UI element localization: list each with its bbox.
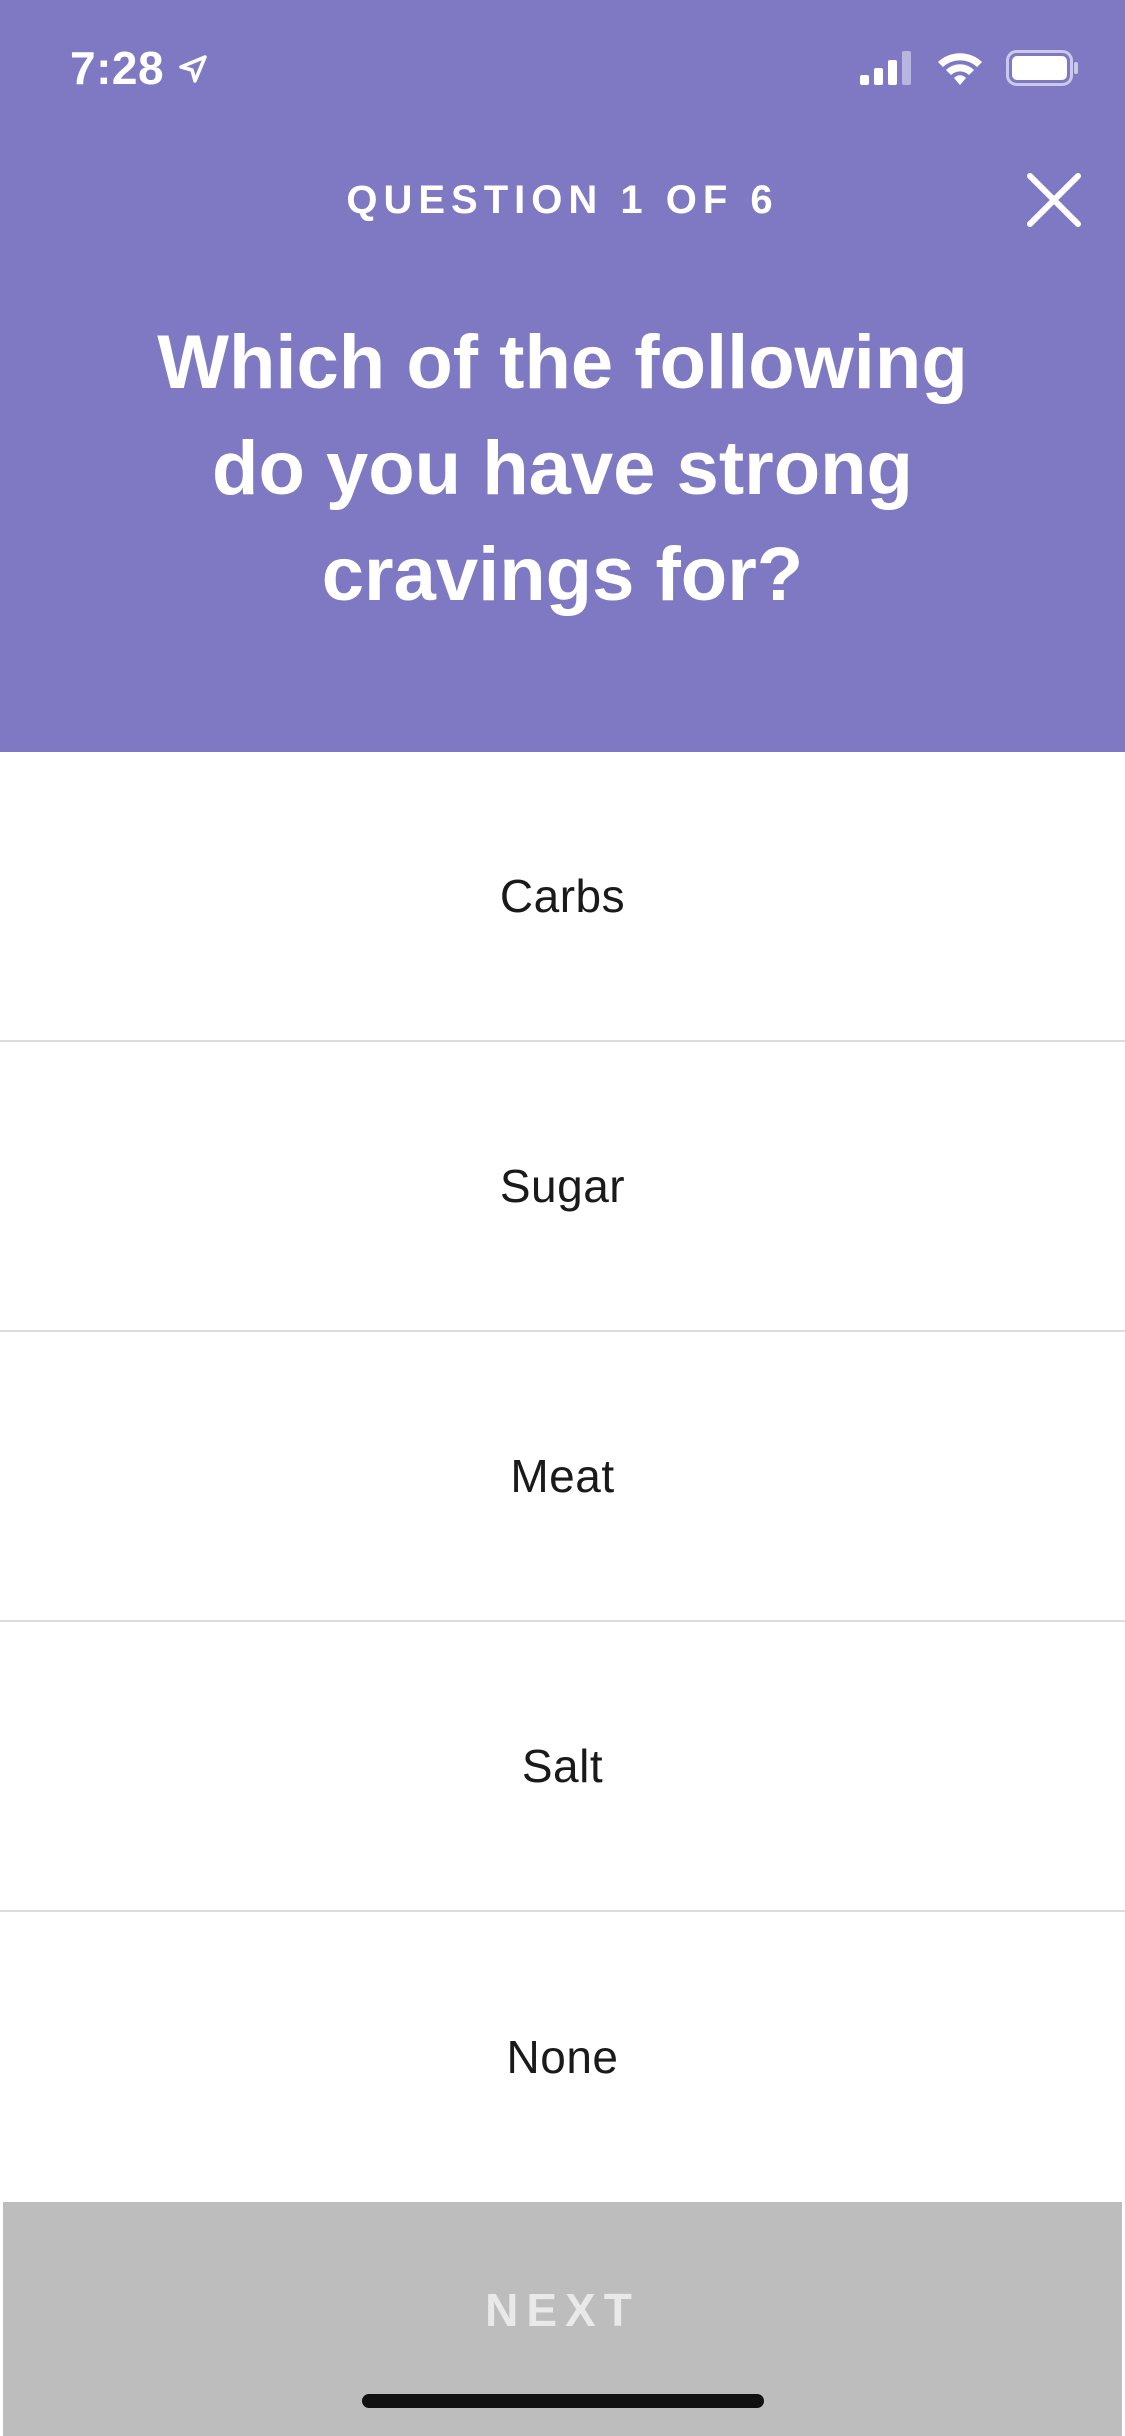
- question-title: Which of the following do you have stron…: [157, 320, 968, 617]
- answer-option-sugar[interactable]: Sugar: [0, 1042, 1125, 1332]
- answer-option-none[interactable]: None: [0, 1912, 1125, 2202]
- answer-option-label: Sugar: [499, 1160, 626, 1212]
- answer-option-meat[interactable]: Meat: [0, 1332, 1125, 1622]
- close-icon: [1027, 173, 1081, 227]
- answer-option-label: None: [506, 2031, 619, 2083]
- home-indicator: [362, 2394, 764, 2408]
- question-header: 7:28 QUESTION 1 OF 6 Which of the follow…: [0, 0, 1125, 752]
- status-bar: 7:28: [0, 0, 1125, 135]
- status-time-group: 7:28: [70, 38, 208, 98]
- cellular-signal-icon: [860, 51, 914, 90]
- answer-option-label: Meat: [510, 1450, 615, 1502]
- battery-icon: [1006, 50, 1080, 91]
- answer-option-carbs[interactable]: Carbs: [0, 752, 1125, 1042]
- question-progress: QUESTION 1 OF 6: [346, 178, 779, 222]
- quiz-screen: 7:28 QUESTION 1 OF 6 Which of the follow…: [0, 0, 1125, 2436]
- status-time: 7:28: [70, 42, 165, 94]
- answer-option-salt[interactable]: Salt: [0, 1622, 1125, 1912]
- wifi-icon: [936, 50, 984, 91]
- answer-options-list: Carbs Sugar Meat Salt None: [0, 752, 1125, 2202]
- close-button[interactable]: [1022, 168, 1086, 232]
- status-icons: [860, 50, 1080, 91]
- location-arrow-icon: [178, 38, 208, 98]
- answer-option-label: Carbs: [499, 870, 626, 922]
- answer-option-label: Salt: [521, 1740, 604, 1792]
